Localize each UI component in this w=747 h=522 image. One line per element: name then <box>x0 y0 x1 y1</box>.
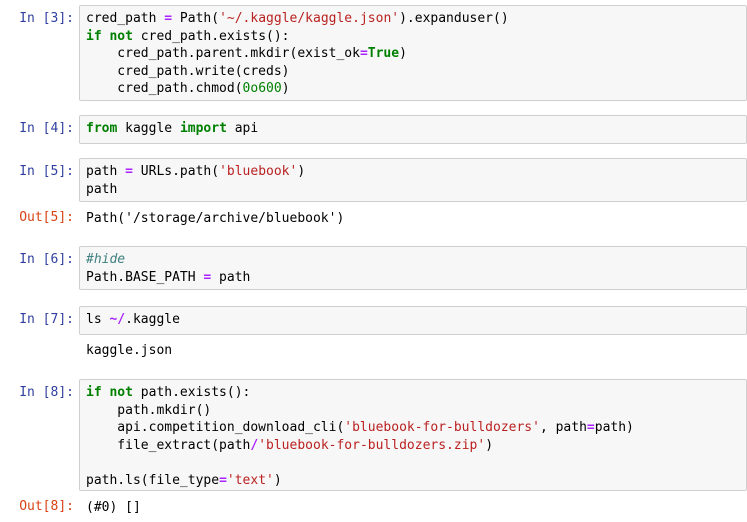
code-line: #hide <box>86 251 250 269</box>
code-line: cred_path.chmod(0o600) <box>86 80 509 98</box>
input-prompt-8: In [8]: <box>19 385 74 400</box>
code-token: api <box>226 121 259 136</box>
string-token: '~/.kaggle/kaggle.json' <box>219 11 400 26</box>
code-line: cred_path.write(creds) <box>86 63 509 81</box>
code-editor-4[interactable]: from kaggle import api <box>86 120 258 138</box>
input-prompt-7: In [7]: <box>19 312 74 327</box>
code-line: path.ls(file_type='text') <box>86 472 634 490</box>
input-prompt-4: In [4]: <box>19 121 74 136</box>
operator-token: = <box>586 420 595 435</box>
keyword-token: import <box>179 121 227 136</box>
code-line: path = URLs.path('bluebook') <box>86 163 305 181</box>
output-text-7: kaggle.json <box>86 343 173 358</box>
code-token: kaggle <box>117 121 180 136</box>
code-token: Path( <box>172 11 220 26</box>
output-text-5: Path('/storage/archive/bluebook') <box>86 211 345 226</box>
code-token: cred_path.chmod( <box>86 81 243 96</box>
keyword-token: from <box>86 121 118 136</box>
number-token: 0o600 <box>242 81 282 96</box>
comment-token: #hide <box>86 252 126 267</box>
code-line: if not path.exists(): <box>86 384 634 402</box>
code-cell-4[interactable]: from kaggle import api <box>79 115 747 144</box>
code-line: file_extract(path/'bluebook-for-bulldoze… <box>86 437 634 455</box>
code-token: path.exists(): <box>132 385 251 400</box>
code-token: ).expanduser() <box>399 11 509 26</box>
code-token: URLs.path( <box>132 164 220 179</box>
output-area-5: Path('/storage/archive/bluebook') <box>86 210 747 228</box>
code-token: , path <box>539 420 587 435</box>
code-line: cred_path = Path('~/.kaggle/kaggle.json'… <box>86 10 509 28</box>
code-token: api.competition_download_cli( <box>86 420 345 435</box>
code-token: path.ls(file_type <box>86 472 220 488</box>
string-token: 'bluebook-for-bulldozers.zip' <box>258 437 486 453</box>
code-token: file_extract(path <box>86 437 251 453</box>
code-token: ) <box>297 164 306 179</box>
operator-token: = <box>125 164 133 179</box>
input-prompt-5: In [5]: <box>19 164 74 179</box>
code-line: api.competition_download_cli('bluebook-f… <box>86 419 634 437</box>
operator-token: = <box>164 11 173 26</box>
string-token: 'bluebook-for-bulldozers' <box>344 420 540 435</box>
code-token: path <box>211 269 251 285</box>
output-prompt-8: Out[8]: <box>19 499 74 514</box>
code-line: Path.BASE_PATH = path <box>86 269 250 287</box>
code-line: path <box>86 181 305 199</box>
code-token: Path.BASE_PATH <box>86 269 204 285</box>
operator-token: = <box>219 472 227 488</box>
keyword-token: True <box>367 46 400 61</box>
code-token: path.mkdir() <box>86 402 212 418</box>
code-token: ) <box>281 81 290 96</box>
output-text-8: (#0) [] <box>86 500 141 515</box>
operator-token: = <box>359 46 368 61</box>
code-line: cred_path.parent.mkdir(exist_ok=True) <box>86 45 509 63</box>
code-cell-8[interactable]: if not path.exists(): path.mkdir() api.c… <box>79 379 747 491</box>
code-cell-7[interactable]: ls ~/.kaggle <box>79 306 747 335</box>
code-token: ls <box>86 312 110 327</box>
code-cell-5[interactable]: path = URLs.path('bluebook') path <box>79 158 747 202</box>
string-token: 'text' <box>226 472 274 488</box>
code-cell-6[interactable]: #hide Path.BASE_PATH = path <box>79 246 747 290</box>
code-token: cred_path.parent.mkdir(exist_ok <box>86 46 360 61</box>
code-token: path <box>86 181 118 197</box>
code-token: ) <box>273 472 282 488</box>
output-prompt-5: Out[5]: <box>19 210 74 225</box>
code-token: .kaggle <box>125 312 180 327</box>
code-editor-8[interactable]: if not path.exists(): path.mkdir() api.c… <box>86 384 634 489</box>
code-line: if not cred_path.exists(): <box>86 28 509 46</box>
code-editor-6[interactable]: #hide Path.BASE_PATH = path <box>86 251 250 286</box>
code-token: path) <box>594 420 634 435</box>
keyword-token: not <box>109 28 133 44</box>
operator-token: ~/ <box>109 312 126 327</box>
code-line: path.mkdir() <box>86 402 634 420</box>
code-line: from kaggle import api <box>86 120 258 138</box>
code-editor-5[interactable]: path = URLs.path('bluebook') path <box>86 163 305 198</box>
code-token: path <box>86 164 126 179</box>
output-area-8: (#0) [] <box>86 499 747 517</box>
code-token: cred_path.write(creds) <box>86 63 290 79</box>
keyword-token: if <box>86 385 102 400</box>
input-prompt-6: In [6]: <box>19 252 74 267</box>
code-cell-3[interactable]: cred_path = Path('~/.kaggle/kaggle.json'… <box>79 5 747 101</box>
keyword-token: if <box>86 28 102 44</box>
code-token: ) <box>485 437 494 453</box>
code-token: cred_path <box>86 11 165 26</box>
keyword-token: not <box>109 385 133 400</box>
code-editor-7[interactable]: ls ~/.kaggle <box>86 311 180 329</box>
code-line: ls ~/.kaggle <box>86 311 180 329</box>
input-prompt-3: In [3]: <box>19 11 74 26</box>
string-token: 'bluebook' <box>219 164 298 179</box>
code-token: cred_path.exists(): <box>132 28 290 44</box>
code-token: ) <box>399 46 407 61</box>
output-area-7: kaggle.json <box>86 342 747 360</box>
code-editor-3[interactable]: cred_path = Path('~/.kaggle/kaggle.json'… <box>86 10 509 98</box>
